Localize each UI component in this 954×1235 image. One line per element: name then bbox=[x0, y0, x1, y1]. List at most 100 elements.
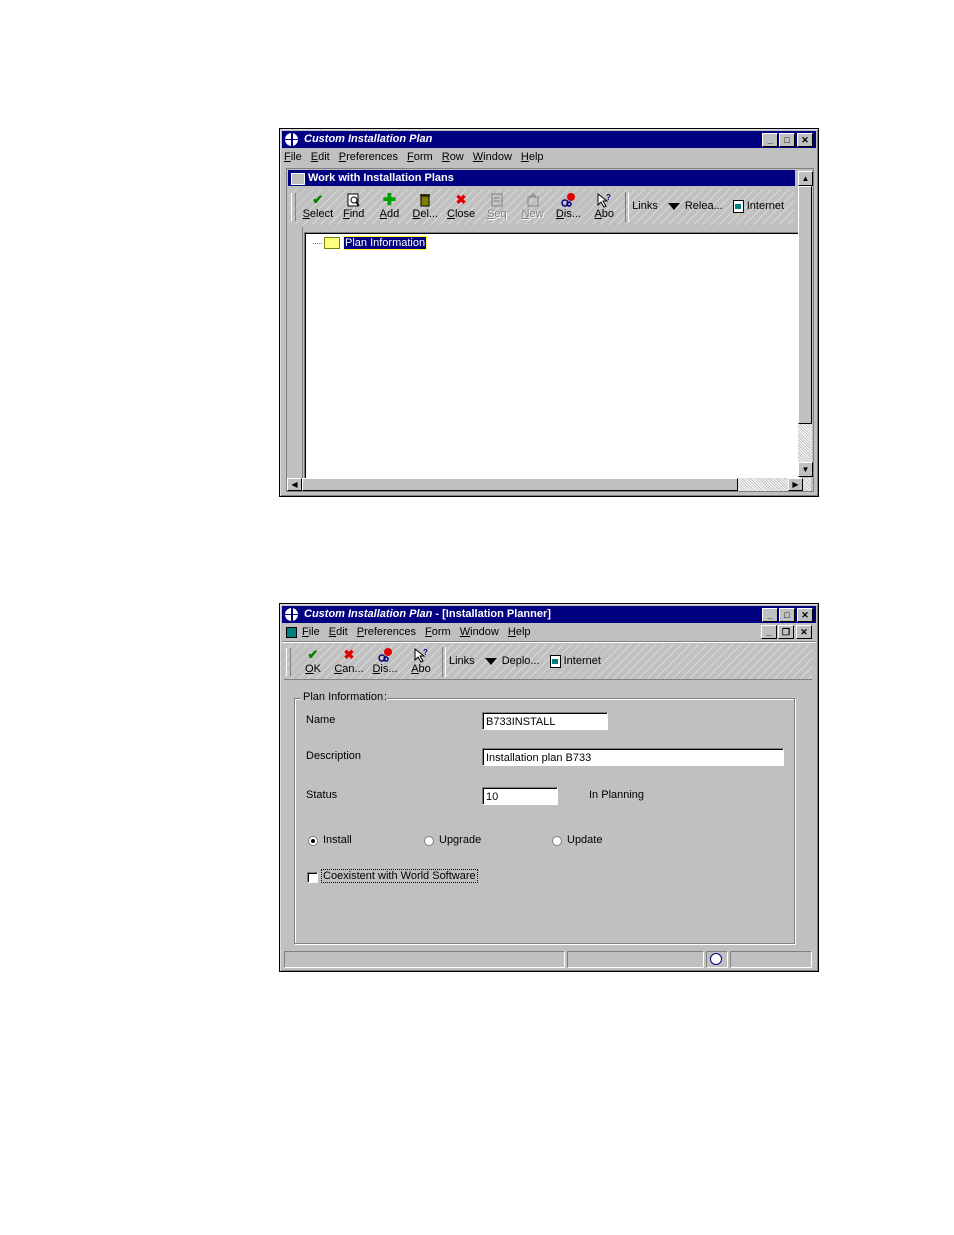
menu-edit[interactable]: Edit bbox=[329, 626, 348, 638]
horizontal-scrollbar[interactable]: ◀ ▶ bbox=[287, 478, 811, 491]
child-window-icon[interactable] bbox=[284, 626, 298, 638]
app-globe-icon bbox=[285, 133, 298, 146]
minimize-button[interactable]: _ bbox=[762, 133, 778, 147]
menu-window[interactable]: Window bbox=[460, 626, 499, 638]
find-button[interactable]: Find bbox=[336, 189, 372, 223]
child-close-button[interactable]: ✕ bbox=[796, 625, 812, 639]
update-radio-label[interactable]: Update bbox=[567, 834, 602, 846]
status-field[interactable]: 10 bbox=[482, 787, 558, 805]
vertical-scrollbar[interactable]: ▲ ▼ bbox=[798, 171, 813, 477]
child-title-bar[interactable]: Work with Installation Plans bbox=[288, 170, 795, 186]
child-restore-button[interactable]: ❐ bbox=[778, 625, 794, 639]
internet-link[interactable]: Internet bbox=[732, 189, 784, 223]
dropdown-arrow-icon bbox=[667, 202, 680, 210]
about-icon: ? bbox=[596, 192, 612, 208]
app-globe-icon bbox=[285, 608, 298, 621]
tree-connector-line bbox=[313, 242, 322, 244]
add-button[interactable]: ✚ Add bbox=[372, 189, 408, 223]
find-icon bbox=[346, 192, 362, 208]
name-label: Name bbox=[306, 714, 336, 726]
name-field[interactable]: B733INSTALL bbox=[482, 712, 608, 730]
links-menu[interactable]: Links bbox=[632, 189, 658, 223]
display-button[interactable]: Dis... bbox=[367, 644, 403, 678]
toolbar-grip[interactable] bbox=[291, 193, 296, 221]
links-menu[interactable]: Links bbox=[449, 644, 475, 678]
svg-text:?: ? bbox=[606, 193, 611, 202]
maximize-button[interactable]: □ bbox=[779, 133, 795, 147]
check-icon: ✔ bbox=[312, 192, 324, 207]
status-bar bbox=[284, 951, 814, 968]
internet-page-icon bbox=[549, 654, 561, 668]
scroll-left-button[interactable]: ◀ bbox=[287, 478, 302, 491]
menu-window[interactable]: Window bbox=[473, 151, 512, 163]
tree-node-label: Plan Information bbox=[342, 236, 428, 250]
close-button[interactable]: ✕ bbox=[797, 133, 813, 147]
toolbar: ✔ OK ✖ Can... Dis... ? Abo Links Deplo..… bbox=[284, 644, 812, 680]
toolbar: ✔ Select Find ✚ Add Del... ✖ Close Seq N… bbox=[289, 189, 794, 225]
toolbar-grip[interactable] bbox=[286, 648, 291, 676]
globe-status-icon bbox=[710, 953, 723, 965]
coexistent-checkbox[interactable] bbox=[307, 872, 318, 883]
select-button[interactable]: ✔ Select bbox=[300, 189, 336, 223]
description-field[interactable]: Installation plan B733 bbox=[482, 748, 784, 766]
menu-row[interactable]: Row bbox=[442, 151, 464, 163]
menu-bar: File Edit Preferences Form Window Help _… bbox=[284, 624, 814, 640]
scroll-thumb[interactable] bbox=[798, 186, 812, 424]
child-window-icon bbox=[291, 173, 305, 185]
description-label: Description bbox=[306, 750, 362, 762]
upgrade-radio[interactable] bbox=[424, 836, 434, 846]
update-radio[interactable] bbox=[552, 836, 562, 846]
tree-node-plan-information[interactable]: Plan Information bbox=[313, 236, 428, 250]
minimize-button[interactable]: _ bbox=[762, 608, 778, 622]
menu-help[interactable]: Help bbox=[508, 626, 531, 638]
maximize-button[interactable]: □ bbox=[779, 608, 795, 622]
menu-form[interactable]: Form bbox=[425, 626, 451, 638]
menu-bar: File Edit Preferences Form Row Window He… bbox=[284, 149, 814, 165]
internet-link[interactable]: Internet bbox=[549, 644, 601, 678]
toolbar-separator bbox=[625, 192, 630, 222]
delete-button[interactable]: Del... bbox=[407, 189, 443, 223]
new-button[interactable]: New bbox=[515, 189, 551, 223]
folder-icon bbox=[324, 237, 340, 249]
about-icon: ? bbox=[413, 647, 429, 663]
horizontal-scroll-thumb[interactable] bbox=[302, 478, 738, 491]
ok-button[interactable]: ✔ OK bbox=[295, 644, 331, 678]
menu-preferences[interactable]: Preferences bbox=[339, 151, 398, 163]
sequence-button[interactable]: Seq bbox=[479, 189, 515, 223]
check-icon: ✔ bbox=[307, 647, 319, 662]
status-label: Status bbox=[306, 789, 338, 801]
menu-edit[interactable]: Edit bbox=[311, 151, 330, 163]
menu-form[interactable]: Form bbox=[407, 151, 433, 163]
title-bar[interactable]: Custom Installation Plan _ □ ✕ bbox=[282, 131, 816, 148]
scroll-up-button[interactable]: ▲ bbox=[798, 171, 813, 186]
about-button[interactable]: ? Abo bbox=[586, 189, 622, 223]
release-menu[interactable]: Relea... bbox=[667, 189, 723, 223]
scroll-right-button[interactable]: ▶ bbox=[788, 478, 803, 491]
window-title-suffix: - [Installation Planner] bbox=[432, 608, 551, 620]
coexistent-checkbox-label[interactable]: Coexistent with World Software bbox=[321, 869, 478, 883]
display-button[interactable]: Dis... bbox=[551, 189, 587, 223]
menu-file[interactable]: File bbox=[302, 626, 320, 638]
deploy-menu[interactable]: Deplo... bbox=[484, 644, 540, 678]
x-icon: ✖ bbox=[343, 647, 355, 662]
menu-file[interactable]: File bbox=[284, 151, 302, 163]
window-installation-planner: Custom Installation Plan - [Installation… bbox=[279, 603, 819, 972]
window-work-with-installation-plans: Custom Installation Plan _ □ ✕ File Edit… bbox=[279, 128, 819, 497]
child-minimize-button[interactable]: _ bbox=[761, 625, 777, 639]
upgrade-radio-label[interactable]: Upgrade bbox=[439, 834, 481, 846]
install-radio[interactable] bbox=[308, 836, 318, 846]
status-pane-globe bbox=[706, 951, 729, 968]
menu-preferences[interactable]: Preferences bbox=[357, 626, 416, 638]
close-button[interactable]: ✕ bbox=[797, 608, 813, 622]
close-form-button[interactable]: ✖ Close bbox=[443, 189, 479, 223]
internet-page-icon bbox=[732, 199, 744, 213]
display-icon bbox=[560, 192, 576, 208]
tree-view[interactable]: Plan Information bbox=[304, 232, 800, 480]
plan-information-group bbox=[294, 698, 795, 944]
install-radio-label[interactable]: Install bbox=[323, 834, 352, 846]
about-button[interactable]: ? Abo bbox=[403, 644, 439, 678]
cancel-button[interactable]: ✖ Can... bbox=[331, 644, 367, 678]
scroll-down-button[interactable]: ▼ bbox=[798, 462, 813, 477]
menu-help[interactable]: Help bbox=[521, 151, 544, 163]
title-bar[interactable]: Custom Installation Plan - [Installation… bbox=[282, 606, 816, 623]
